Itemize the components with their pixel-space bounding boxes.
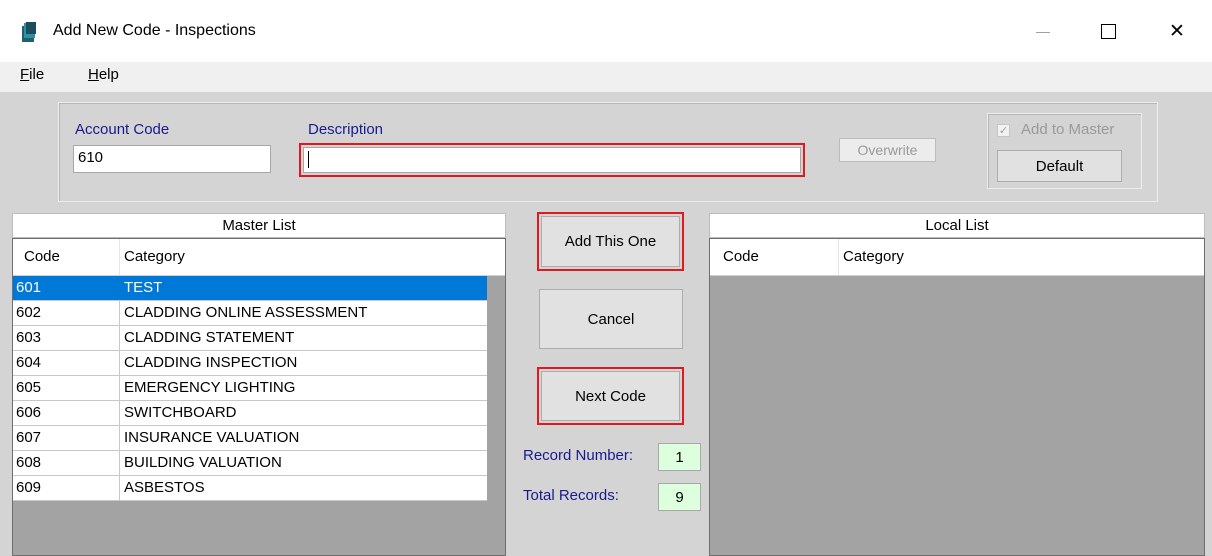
menu-bar [0,62,1212,92]
cancel-button[interactable]: Cancel [539,289,683,349]
row-code: 603 [16,329,42,346]
cancel-label: Cancel [587,310,635,328]
add-to-master-label: Add to Master [1021,121,1115,138]
app-icon [22,22,38,42]
text-cursor [308,151,309,168]
table-row[interactable]: 604 CLADDING INSPECTION [13,351,487,376]
row-code: 608 [16,454,42,471]
row-category: CLADDING ONLINE ASSESSMENT [124,304,368,321]
next-code-label: Next Code [575,387,646,405]
minimize-button[interactable]: — [1020,14,1066,48]
close-icon: ✕ [1169,20,1185,42]
row-category: INSURANCE VALUATION [124,429,300,446]
row-code: 602 [16,304,42,321]
master-list-column-header: Code Category [13,239,505,276]
overwrite-label: Overwrite [857,142,918,158]
description-input[interactable] [303,147,801,173]
table-row[interactable]: 602 CLADDING ONLINE ASSESSMENT [13,301,487,326]
local-list-title: Local List [925,217,989,234]
menu-file-accel: F [20,66,30,83]
master-list-header: Master List [12,213,506,238]
record-number-label: Record Number: [523,447,634,464]
menu-help-label: elp [98,66,119,83]
table-row[interactable]: 605 EMERGENCY LIGHTING [13,376,487,401]
description-label: Description [308,121,384,138]
row-category: ASBESTOS [124,479,205,496]
close-button[interactable]: ✕ [1154,14,1200,48]
next-code-button[interactable]: Next Code [541,371,680,421]
table-row[interactable]: 608 BUILDING VALUATION [13,451,487,476]
row-category: BUILDING VALUATION [124,454,282,471]
default-button[interactable]: Default [997,150,1122,182]
overwrite-button[interactable]: Overwrite [839,138,936,162]
local-col-category[interactable]: Category [843,248,904,265]
table-row[interactable]: 607 INSURANCE VALUATION [13,426,487,451]
row-code: 601 [16,279,42,296]
local-list-header: Local List [709,213,1205,238]
row-code: 605 [16,379,42,396]
local-list-grid[interactable]: Code Category [709,238,1205,556]
row-code: 604 [16,354,42,371]
menu-help[interactable]: Help [88,66,119,83]
menu-help-accel: H [88,66,99,83]
add-this-one-label: Add This One [564,233,657,250]
table-row[interactable]: 603 CLADDING STATEMENT [13,326,487,351]
table-row[interactable]: 606 SWITCHBOARD [13,401,487,426]
maximize-icon [1100,23,1116,39]
master-list-title: Master List [222,217,296,234]
account-code-input[interactable]: 610 [73,145,271,173]
local-list-column-header: Code Category [710,239,1204,276]
menu-file[interactable]: File [20,66,44,83]
account-code-label: Account Code [75,121,170,138]
default-label: Default [1035,157,1084,175]
master-col-code[interactable]: Code [24,248,60,265]
row-category: TEST [124,279,163,296]
record-number-value: 1 [658,443,701,471]
row-code: 606 [16,404,42,421]
menu-file-label: ile [29,66,45,83]
maximize-button[interactable] [1085,14,1131,48]
window-title: Add New Code - Inspections [53,22,256,39]
row-category: CLADDING INSPECTION [124,354,298,371]
minimize-icon: — [1036,23,1050,39]
table-row[interactable]: 609 ASBESTOS [13,476,487,501]
row-code: 607 [16,429,42,446]
master-col-category[interactable]: Category [124,248,185,265]
local-col-code[interactable]: Code [723,248,759,265]
add-this-one-button[interactable]: Add This One [541,216,680,267]
row-category: SWITCHBOARD [124,404,237,421]
add-to-master-checkbox[interactable]: ✓ [997,124,1010,137]
row-category: EMERGENCY LIGHTING [124,379,296,396]
row-category: CLADDING STATEMENT [124,329,295,346]
total-records-label: Total Records: [523,487,619,504]
master-list-grid[interactable]: Code Category 601 TEST 602 CLADDING ONLINE … [12,238,506,556]
table-row[interactable]: 601 TEST [13,276,487,301]
row-code: 609 [16,479,42,496]
total-records-value: 9 [658,483,701,511]
